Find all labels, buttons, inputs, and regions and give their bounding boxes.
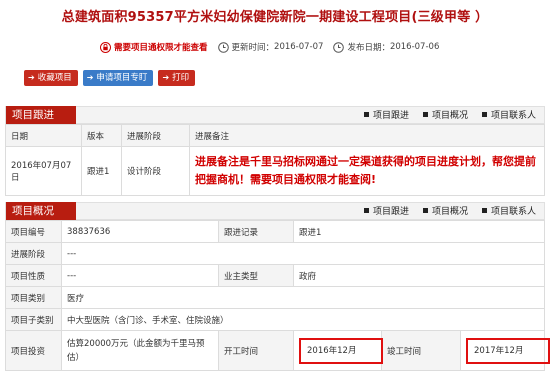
followup-section-header: 项目跟进 项目跟进 项目概况 项目联系人 [5,106,545,124]
table-row: 进展阶段 --- [5,242,545,265]
overview-tab: 项目概况 [6,202,76,220]
start-time-cell: 2016年12月 [293,330,383,371]
arrow-right-icon: ➔ [28,73,35,82]
category-value: 医疗 [61,286,545,309]
nature-value: --- [61,264,219,287]
owner-type-label: 业主类型 [218,264,294,287]
col-header: 进展阶段 [121,124,190,147]
arrow-right-icon: ➔ [162,73,170,82]
toolbar: ➔ 收藏项目 ➔ 申请项目专盯 ➔ 打印 [24,70,196,86]
end-time-value: 2017年12月 [466,337,550,364]
overview-table: 项目编号 38837636 跟进记录 跟进1 进展阶段 --- 项目性质 ---… [5,220,550,371]
stage-value: --- [61,242,545,265]
nav-link-overview[interactable]: 项目概况 [422,203,468,221]
publish-date-label: 发布日期： [347,43,390,53]
investment-value: 估算20000万元（此金额为千里马预估） [61,330,219,371]
record-value: 跟进1 [293,220,545,243]
col-header: 日期 [5,124,82,147]
table-row: 项目子类别 中大型医院（含门诊、手术室、住院设施） [5,308,545,331]
table-row: 2016年07月07日 跟进1 设计阶段 进展备注是千里马招标网通过一定渠道获得… [5,146,545,196]
followup-table: 日期 版本 进展阶段 进展备注 2016年07月07日 跟进1 设计阶段 进展备… [5,124,545,196]
table-row: 项目性质 --- 业主类型 政府 [5,264,545,287]
table-row: 项目投资 估算20000万元（此金额为千里马预估） 开工时间 2016年12月 … [5,330,550,371]
followup-date: 2016年07月07日 [5,146,82,196]
bullet-icon [481,208,487,213]
page-title: 总建筑面积95357平方米妇幼保健院新院一期建设工程项目(三级甲等 ） [61,10,489,25]
apply-watch-button[interactable]: ➔ 申请项目专盯 [82,70,154,86]
nav-link-contacts[interactable]: 项目联系人 [481,107,536,125]
subcategory-value: 中大型医院（含门诊、手术室、住院设施） [61,308,545,331]
clock-icon [333,41,345,53]
investment-label: 项目投资 [5,330,62,371]
nature-label: 项目性质 [5,264,62,287]
favorite-project-button[interactable]: ➔ 收藏项目 [24,70,78,86]
meta-row: 需要项目通权限才能查看 更新时间： 2016-07-07 发布日期： 2016-… [100,40,439,54]
overview-section-header: 项目概况 项目跟进 项目概况 项目联系人 [5,202,545,220]
bullet-icon [422,208,428,213]
code-value: 38837636 [61,220,219,243]
followup-tab: 项目跟进 [6,106,76,124]
followup-stage: 设计阶段 [121,146,190,196]
print-button[interactable]: ➔ 打印 [158,70,196,86]
followup-version: 跟进1 [81,146,122,196]
code-label: 项目编号 [5,220,62,243]
clock-icon [217,41,229,53]
publish-date-value: 2016-07-06 [389,42,440,52]
table-row: 项目类别 医疗 [5,286,545,309]
update-time-label: 更新时间： [231,43,275,53]
nav-link-contacts[interactable]: 项目联系人 [481,203,536,221]
start-time-value: 2016年12月 [299,337,383,364]
start-time-label: 开工时间 [218,330,294,371]
permission-note: 进展备注是千里马招标网通过一定渠道获得的项目进度计划，帮您提前把握商机！需要项目… [195,155,536,186]
followup-note: 进展备注是千里马招标网通过一定渠道获得的项目进度计划，帮您提前把握商机！需要项目… [189,146,545,196]
table-header-row: 日期 版本 进展阶段 进展备注 [5,124,545,147]
bullet-icon [422,112,428,117]
category-label: 项目类别 [5,286,62,309]
subcategory-label: 项目子类别 [5,308,62,331]
end-time-cell: 2017年12月 [460,330,550,371]
nav-link-followup[interactable]: 项目跟进 [363,203,409,221]
arrow-right-icon: ➔ [86,73,94,82]
nav-link-overview[interactable]: 项目概况 [422,107,468,125]
owner-type-value: 政府 [293,264,545,287]
col-header: 进展备注 [189,124,545,147]
bullet-icon [363,208,369,213]
permission-link[interactable]: 需要项目通权限才能查看 [114,41,208,53]
table-row: 项目编号 38837636 跟进记录 跟进1 [5,220,545,243]
bullet-icon [363,112,369,117]
end-time-label: 竣工时间 [381,330,461,371]
col-header: 版本 [81,124,122,147]
record-label: 跟进记录 [218,220,294,243]
update-time-value: 2016-07-07 [274,42,324,52]
stage-label: 进展阶段 [5,242,62,265]
bullet-icon [481,112,487,117]
nav-link-followup[interactable]: 项目跟进 [363,107,409,125]
lock-icon [100,41,111,53]
